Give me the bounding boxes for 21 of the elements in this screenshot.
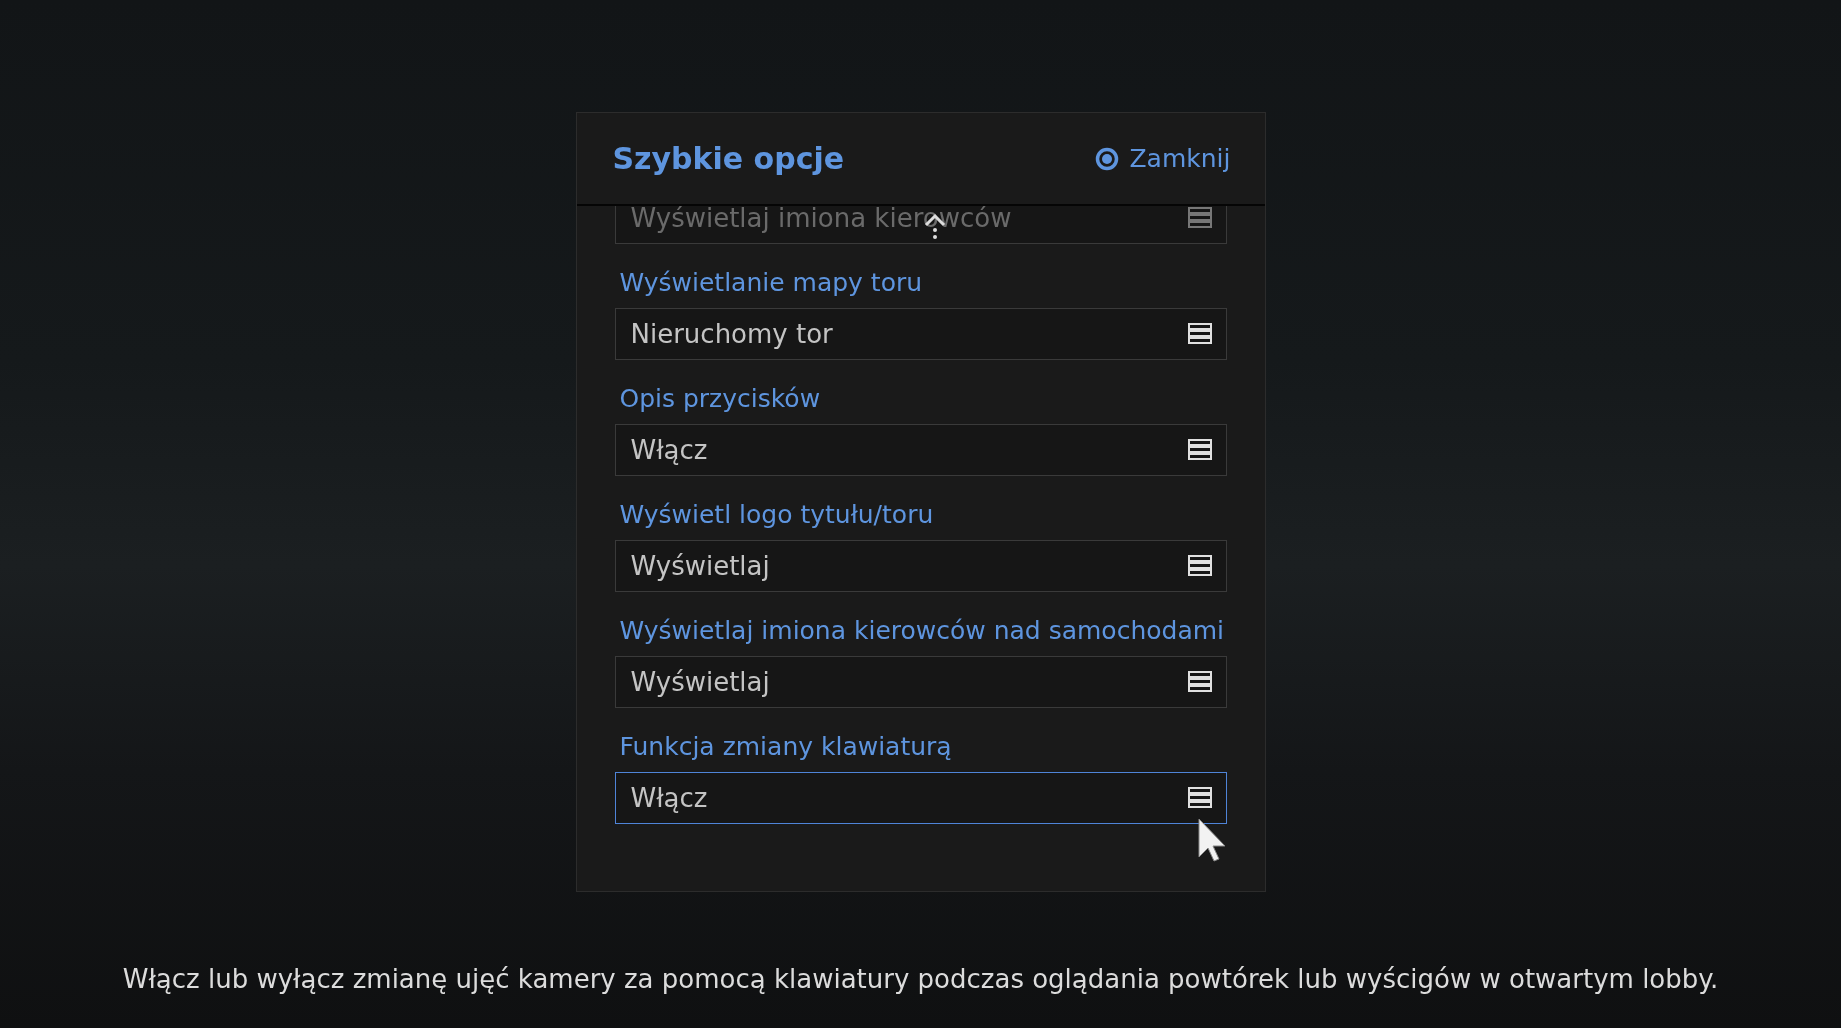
option-label: Funkcja zmiany klawiaturą [619, 732, 953, 761]
circle-button-icon [1095, 146, 1120, 171]
dropdown-field[interactable]: Włącz [614, 424, 1227, 476]
option-label: Wyświetl logo tytułu/toru [619, 500, 935, 529]
mouse-pointer-icon [1196, 817, 1227, 863]
dropdown-field[interactable]: Włącz [614, 772, 1227, 824]
option-label: Wyświetlaj imiona kierowców nad samochodami [619, 616, 1226, 645]
dropdown-field[interactable]: Wyświetlaj [614, 540, 1227, 592]
list-icon [1187, 671, 1212, 693]
list-icon [1187, 439, 1212, 461]
dropdown-field[interactable]: Wyświetlaj [614, 656, 1227, 708]
list-icon [1187, 207, 1212, 229]
list-icon [1187, 323, 1212, 345]
dropdown-field[interactable]: Nieruchomy tor [614, 308, 1227, 360]
option-label: Opis przycisków [619, 384, 822, 413]
list-icon [1187, 787, 1212, 809]
option-description: Włącz lub wyłącz zmianę ujęć kamery za pomocą klawiatury podczas oglądania powtórek lub wyścigów w otwartym lobby. [122, 964, 1719, 994]
close-button[interactable]: Zamknij [1095, 144, 1231, 173]
list-icon [1187, 555, 1212, 577]
dialog-title: Szybkie opcje [612, 141, 845, 176]
option-label: Wyświetlanie mapy toru [619, 268, 924, 297]
